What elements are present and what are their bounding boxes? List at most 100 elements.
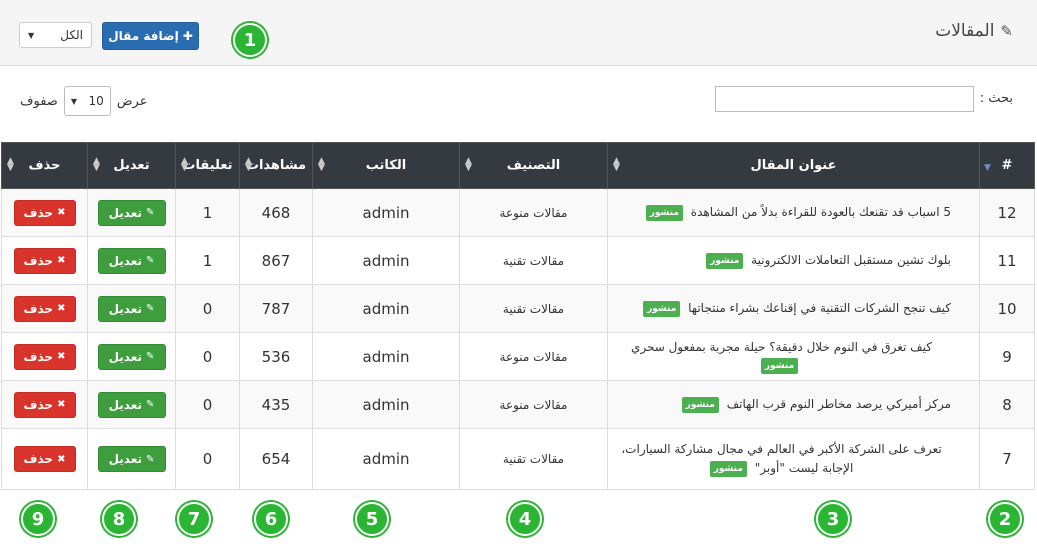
row-comments: 0 — [175, 428, 240, 490]
status-badge: منشور — [706, 252, 744, 269]
row-title: مركز أميركي يرصد مخاطر النوم قرب الهاتف … — [607, 380, 980, 429]
articles-table: # ▼ عنوان المقال ▲ ▼ التصنيف ▲ ▼ الكاتب ▲ ▼… — [1, 142, 1035, 490]
row-author: admin — [312, 380, 460, 429]
annotation-marker: 3 — [816, 502, 850, 536]
delete-button[interactable]: ✖ حذف — [13, 247, 76, 274]
caret-down-icon: ▼ — [28, 30, 35, 40]
delete-button[interactable]: ✖ حذف — [13, 343, 76, 370]
row-views: 787 — [239, 284, 313, 333]
pencil-icon: ✎ — [146, 399, 155, 410]
table-row: 8 مركز أميركي يرصد مخاطر النوم قرب الهات… — [1, 380, 1035, 429]
article-title[interactable]: كيف تنجح الشركات التقنية في إقناعك بشراء… — [688, 301, 951, 315]
row-title: 5 اسباب قد تقنعك بالعودة للقراءة بدلاً م… — [607, 188, 980, 237]
edit-button[interactable]: ✎ تعديل — [97, 391, 166, 418]
row-edit-cell: ✎ تعديل — [87, 380, 176, 429]
edit-button[interactable]: ✎ تعديل — [97, 446, 166, 472]
status-badge: منشور — [681, 396, 719, 413]
row-title: كيف تنجح الشركات التقنية في إقناعك بشراء… — [607, 284, 980, 333]
row-edit-cell: ✎ تعديل — [87, 188, 176, 237]
row-category: مقالات تقنية — [459, 428, 608, 490]
row-edit-cell: ✎ تعديل — [87, 236, 176, 285]
close-icon: ✖ — [57, 255, 66, 266]
row-views: 435 — [239, 380, 313, 429]
pencil-icon: ✎ — [146, 453, 155, 465]
row-id: 7 — [979, 428, 1035, 490]
delete-button[interactable]: ✖ حذف — [13, 446, 76, 472]
row-category: مقالات منوعة — [459, 332, 608, 381]
sort-icon: ▲ ▼ — [93, 156, 100, 173]
article-title[interactable]: كيف تغرق في النوم خلال دقيقة؟ حيلة مجربة… — [631, 340, 932, 354]
column-header-title[interactable]: عنوان المقال ▲ ▼ — [607, 142, 980, 189]
filter-select[interactable]: الكل ▼ — [19, 22, 92, 48]
edit-button[interactable]: ✎ تعديل — [97, 343, 166, 370]
edit-button[interactable]: ✎ تعديل — [97, 199, 166, 226]
row-views: 536 — [239, 332, 313, 381]
close-icon: ✖ — [57, 453, 66, 465]
row-edit-cell: ✎ تعديل — [87, 428, 176, 490]
page-length-value: 10 — [88, 94, 104, 108]
row-title: تعرف على الشركة الأكبر في العالم في مجال… — [607, 428, 980, 490]
row-delete-cell: ✖ حذف — [1, 236, 88, 285]
status-badge: منشور — [643, 300, 681, 317]
row-comments: 0 — [175, 284, 240, 333]
article-title[interactable]: تعرف على الشركة الأكبر في العالم في مجال… — [621, 442, 941, 475]
close-icon: ✖ — [57, 207, 66, 218]
length-suffix: صفوف — [20, 93, 58, 109]
delete-button[interactable]: ✖ حذف — [13, 199, 76, 226]
page-title: ✎ المقالات — [935, 21, 1013, 41]
column-header-id[interactable]: # ▼ — [979, 142, 1035, 189]
status-badge: منشور — [645, 204, 683, 221]
add-article-button[interactable]: ✚ إضافة مقال — [102, 22, 199, 50]
row-title: كيف تغرق في النوم خلال دقيقة؟ حيلة مجربة… — [607, 332, 980, 381]
row-id: 9 — [979, 332, 1035, 381]
annotation-marker: 4 — [508, 502, 542, 536]
page-header: ✎ المقالات ✚ إضافة مقال الكل ▼ — [0, 0, 1037, 66]
sort-icon: ▲ ▼ — [613, 156, 620, 173]
plus-icon: ✚ — [182, 29, 193, 43]
article-title[interactable]: بلوك تشين مستقبل التعاملات الالكترونية — [751, 253, 951, 267]
search-input[interactable] — [715, 86, 974, 112]
pencil-icon: ✎ — [146, 207, 155, 218]
annotation-marker: 6 — [254, 502, 288, 536]
status-badge: منشور — [709, 460, 747, 477]
pencil-icon: ✎ — [146, 255, 155, 266]
article-title[interactable]: 5 اسباب قد تقنعك بالعودة للقراءة بدلاً م… — [691, 205, 951, 219]
close-icon: ✖ — [57, 399, 66, 410]
column-header-category[interactable]: التصنيف ▲ ▼ — [459, 142, 608, 189]
table-row: 7 تعرف على الشركة الأكبر في العالم في مج… — [1, 428, 1035, 490]
row-id: 8 — [979, 380, 1035, 429]
edit-button[interactable]: ✎ تعديل — [97, 247, 166, 274]
row-title: بلوك تشين مستقبل التعاملات الالكترونية م… — [607, 236, 980, 285]
row-author: admin — [312, 428, 460, 490]
column-header-views[interactable]: مشاهدات ▲ ▼ — [239, 142, 313, 189]
row-delete-cell: ✖ حذف — [1, 188, 88, 237]
row-category: مقالات منوعة — [459, 380, 608, 429]
annotation-marker: 8 — [102, 502, 136, 536]
annotation-marker: 2 — [988, 502, 1022, 536]
table-row: 9 كيف تغرق في النوم خلال دقيقة؟ حيلة مجر… — [1, 332, 1035, 381]
column-header-comments[interactable]: تعليقات ▲ ▼ — [175, 142, 240, 189]
row-author: admin — [312, 236, 460, 285]
status-badge: منشور — [760, 358, 799, 374]
close-icon: ✖ — [57, 351, 66, 362]
row-id: 10 — [979, 284, 1035, 333]
edit-button[interactable]: ✎ تعديل — [97, 295, 166, 322]
row-category: مقالات منوعة — [459, 188, 608, 237]
row-delete-cell: ✖ حذف — [1, 332, 88, 381]
page-length-select[interactable]: ▼ 10 — [63, 86, 111, 116]
sort-icon: ▲ ▼ — [465, 156, 472, 173]
article-title[interactable]: مركز أميركي يرصد مخاطر النوم قرب الهاتف — [727, 397, 951, 411]
delete-button[interactable]: ✖ حذف — [13, 391, 76, 418]
row-id: 12 — [979, 188, 1035, 237]
row-edit-cell: ✎ تعديل — [87, 284, 176, 333]
row-edit-cell: ✎ تعديل — [87, 332, 176, 381]
row-delete-cell: ✖ حذف — [1, 428, 88, 490]
row-id: 11 — [979, 236, 1035, 285]
page-length-control: عرض ▼ 10 صفوف — [20, 86, 147, 116]
delete-button[interactable]: ✖ حذف — [13, 295, 76, 322]
filter-select-value: الكل — [60, 28, 83, 42]
annotation-marker: 7 — [177, 502, 211, 536]
row-author: admin — [312, 332, 460, 381]
pencil-icon: ✎ — [1000, 22, 1013, 40]
column-header-author[interactable]: الكاتب ▲ ▼ — [312, 142, 460, 189]
